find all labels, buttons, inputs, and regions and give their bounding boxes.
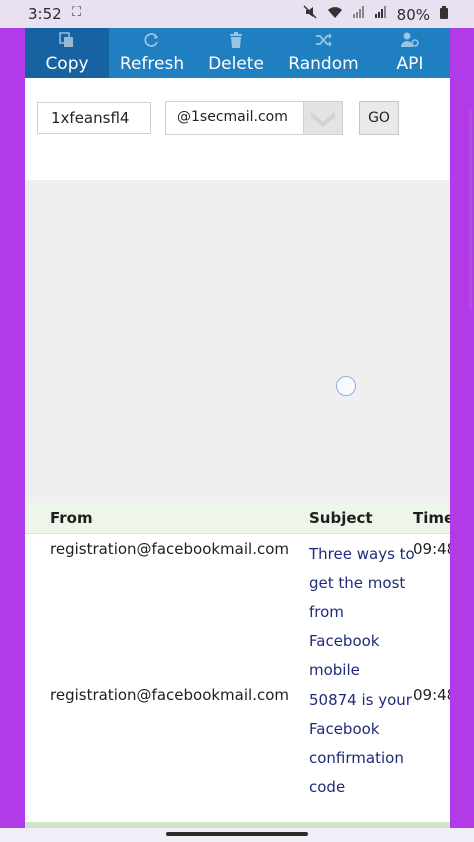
delete-button[interactable]: Delete <box>195 28 277 78</box>
column-header-time: Time <box>413 509 450 527</box>
table-header: From Subject Time <box>25 503 450 534</box>
ad-placeholder <box>25 180 450 503</box>
copy-label: Copy <box>45 54 89 74</box>
battery-icon <box>440 5 448 25</box>
status-time: 3:52 <box>28 5 62 23</box>
message-subject-link[interactable]: Three ways to get the most from Facebook… <box>309 540 417 685</box>
refresh-label: Refresh <box>119 54 185 74</box>
battery-level: 80% <box>396 6 430 24</box>
status-icons: 80% <box>303 5 448 25</box>
loading-spinner-icon <box>336 376 356 396</box>
message-sender: registration@facebookmail.com <box>50 686 289 704</box>
domain-select[interactable]: @1secmail.com <box>165 101 343 135</box>
address-form: @1secmail.com GO <box>25 78 450 180</box>
message-time: 09:48:5 <box>413 540 450 558</box>
chevron-down-icon <box>311 112 335 127</box>
column-header-from: From <box>50 509 93 527</box>
mute-icon <box>303 5 317 25</box>
signal-icon <box>352 6 365 24</box>
inbox-table: From Subject Time registration@facebookm… <box>25 503 450 826</box>
column-header-subject: Subject <box>309 509 373 527</box>
refresh-button[interactable]: Refresh <box>109 28 195 78</box>
random-label: Random <box>288 54 359 74</box>
api-button[interactable]: API <box>370 28 450 78</box>
trash-icon <box>228 32 244 51</box>
shuffle-icon <box>315 32 333 51</box>
toolbar: Copy Refresh Delete Random API <box>25 28 450 78</box>
go-button[interactable]: GO <box>359 101 399 135</box>
random-button[interactable]: Random <box>277 28 370 78</box>
dropdown-toggle[interactable] <box>303 102 342 134</box>
navigation-bar <box>0 828 474 842</box>
domain-value: @1secmail.com <box>177 109 288 125</box>
table-row[interactable]: registration@facebookmail.com 50874 is y… <box>25 680 450 826</box>
scrollbar[interactable] <box>469 110 472 310</box>
home-gesture-handle[interactable] <box>166 832 308 836</box>
wifi-icon <box>327 5 343 25</box>
copy-icon <box>59 32 75 51</box>
message-time: 09:48:3 <box>413 686 450 704</box>
copy-button[interactable]: Copy <box>25 28 109 78</box>
mail-page: Copy Refresh Delete Random API 1xfeansfl… <box>25 28 450 828</box>
status-bar: 3:52 ⛶ 80% <box>0 0 474 28</box>
message-sender: registration@facebookmail.com <box>50 540 289 558</box>
screen-record-icon: ⛶ <box>72 5 82 20</box>
api-label: API <box>396 54 424 74</box>
mailbox-name-input[interactable] <box>37 102 151 134</box>
refresh-icon <box>144 32 160 51</box>
user-gear-icon <box>401 32 419 51</box>
table-row[interactable]: registration@facebookmail.com Three ways… <box>25 534 450 680</box>
signal-icon <box>374 6 387 24</box>
message-subject-link[interactable]: 50874 is your Facebook confirmation code <box>309 686 417 802</box>
delete-label: Delete <box>208 54 264 74</box>
